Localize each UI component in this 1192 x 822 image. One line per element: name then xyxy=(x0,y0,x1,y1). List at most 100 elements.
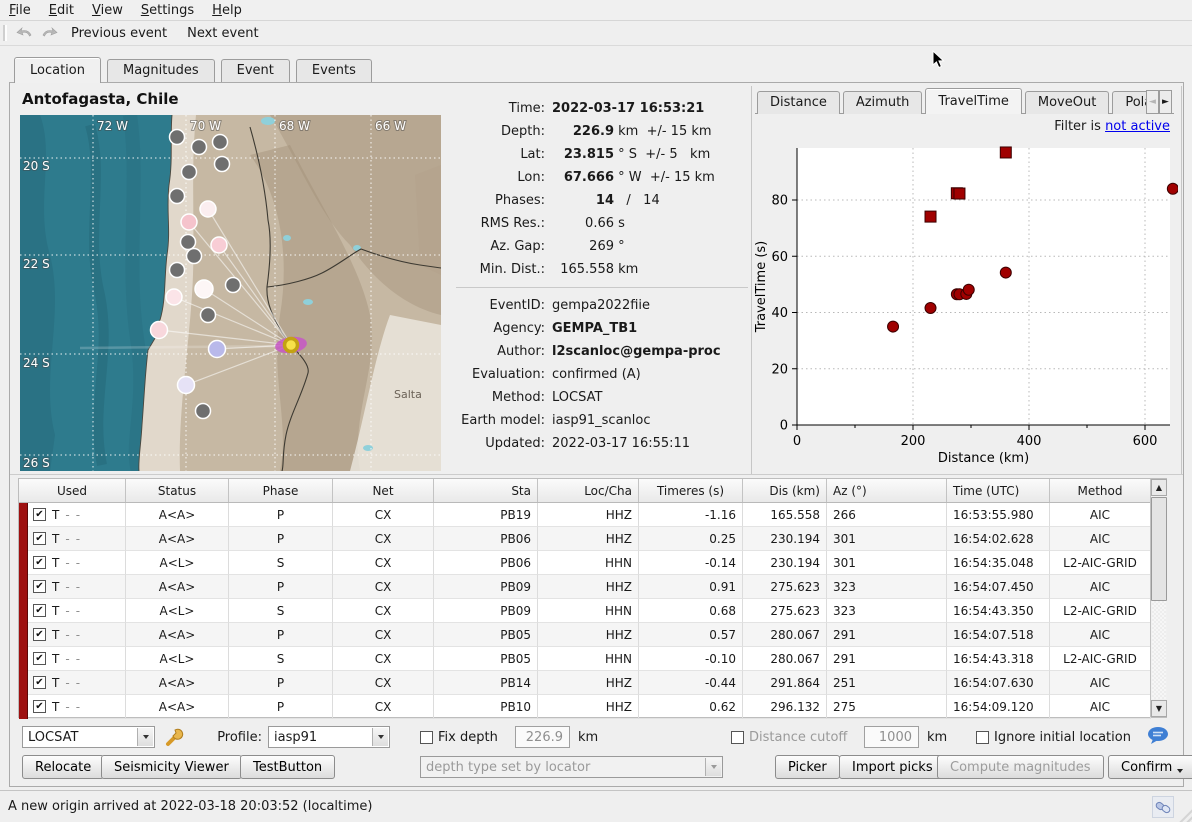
az-cell: 323 xyxy=(827,575,947,599)
table-row[interactable]: ✔T--A<A>PCXPB06HHZ0.25230.19430116:54:02… xyxy=(19,527,1166,551)
tab-location[interactable]: Location xyxy=(14,57,101,83)
sta-cell: PB09 xyxy=(434,575,538,599)
fix-depth-option[interactable]: Fix depth xyxy=(420,726,498,748)
tab-scroll-right-icon[interactable]: ► xyxy=(1159,90,1172,114)
scroll-down-icon[interactable]: ▼ xyxy=(1151,700,1167,717)
used-checkbox[interactable]: ✔ xyxy=(33,532,46,545)
used-checkbox[interactable]: ✔ xyxy=(33,676,46,689)
menu-edit[interactable]: Edit xyxy=(40,1,83,20)
time-cell: 16:54:35.048 xyxy=(947,551,1050,575)
tres-cell: -0.10 xyxy=(639,647,743,671)
tab-distance[interactable]: Distance xyxy=(757,91,840,114)
used-checkbox[interactable]: ✔ xyxy=(33,652,46,665)
connection-status-icon[interactable] xyxy=(1152,796,1174,818)
tab-moveout[interactable]: MoveOut xyxy=(1025,91,1109,114)
table-row[interactable]: ✔T--A<A>PCXPB19HHZ-1.16165.55826616:53:5… xyxy=(19,503,1166,527)
scrollbar-thumb[interactable] xyxy=(1151,497,1167,601)
table-row[interactable]: ✔T--A<L>SCXPB06HHN-0.14230.19430116:54:3… xyxy=(19,551,1166,575)
table-row[interactable]: ✔T--A<A>PCXPB10HHZ0.62296.13227516:54:09… xyxy=(19,695,1166,719)
cutoff-input[interactable]: 1000 xyxy=(864,726,919,748)
time-cell: 16:54:07.450 xyxy=(947,575,1050,599)
locator-select[interactable]: LOCSAT xyxy=(22,726,155,748)
map-lon-label: 72 W xyxy=(97,119,128,133)
column-header-status[interactable]: Status xyxy=(126,479,229,502)
profile-select[interactable]: iasp91 xyxy=(268,726,390,748)
used-checkbox[interactable]: ✔ xyxy=(33,604,46,617)
table-row[interactable]: ✔T--A<A>PCXPB14HHZ-0.44291.86425116:54:0… xyxy=(19,671,1166,695)
used-cell: ✔T-- xyxy=(19,623,126,647)
sta-cell: PB05 xyxy=(434,623,538,647)
ignore-initial-location-option[interactable]: Ignore initial location xyxy=(976,726,1131,748)
table-row[interactable]: ✔T--A<A>PCXPB05HHZ0.57280.06729116:54:07… xyxy=(19,623,1166,647)
scroll-up-icon[interactable]: ▲ xyxy=(1151,479,1167,496)
depth-input[interactable]: 226.9 xyxy=(515,726,570,748)
locator-settings-wrench-icon[interactable] xyxy=(163,726,185,752)
fix-depth-label: Fix depth xyxy=(438,730,498,745)
resize-grip[interactable] xyxy=(1175,805,1192,822)
status-cell: A<A> xyxy=(126,695,229,719)
used-cell: ✔T-- xyxy=(19,647,126,671)
depth-type-select: depth type set by locator xyxy=(420,756,723,778)
column-header-sta[interactable]: Sta xyxy=(434,479,538,502)
cutoff-unit-label: km xyxy=(927,726,947,748)
sta-cell: PB06 xyxy=(434,551,538,575)
column-header-phase[interactable]: Phase xyxy=(229,479,333,502)
test-button[interactable]: TestButton xyxy=(240,755,335,779)
used-checkbox[interactable]: ✔ xyxy=(33,580,46,593)
dist-cell: 291.864 xyxy=(743,671,827,695)
filter-toggle-link[interactable]: not active xyxy=(1105,119,1170,134)
scrollbar-track[interactable] xyxy=(1152,601,1166,699)
previous-arrow-icon[interactable] xyxy=(15,24,35,42)
tab-azimuth[interactable]: Azimuth xyxy=(843,91,923,114)
origin-info-row: Min. Dist.:165.558 km xyxy=(448,258,748,281)
splitter[interactable] xyxy=(10,474,1183,475)
import-picks-button[interactable]: Import picks xyxy=(839,755,946,779)
relocate-button[interactable]: Relocate xyxy=(22,755,104,779)
column-header-dis-km-[interactable]: Dis (km) xyxy=(743,479,827,502)
next-event-button[interactable]: Next event xyxy=(177,24,268,43)
time-cell: 16:53:55.980 xyxy=(947,503,1050,527)
next-arrow-icon[interactable] xyxy=(39,24,59,42)
used-checkbox[interactable]: ✔ xyxy=(33,628,46,641)
tab-events[interactable]: Events xyxy=(296,59,372,83)
tab-event[interactable]: Event xyxy=(221,59,290,83)
confirm-button[interactable]: Confirm xyxy=(1108,755,1192,779)
column-header-az-[interactable]: Az (°) xyxy=(827,479,947,502)
location-map[interactable]: 72 W 70 W 68 W 66 W 20 S 22 S 24 S 26 S … xyxy=(20,115,441,471)
toolbar-handle[interactable] xyxy=(3,25,7,41)
tres-cell: 0.57 xyxy=(639,623,743,647)
table-row[interactable]: ✔T--A<A>PCXPB09HHZ0.91275.62332316:54:07… xyxy=(19,575,1166,599)
traveltime-plot[interactable]: 0200400600020406080Distance (km)TravelTi… xyxy=(752,140,1178,472)
picker-button[interactable]: Picker xyxy=(775,755,840,779)
tab-traveltime[interactable]: TravelTime xyxy=(925,88,1021,114)
distance-cutoff-option[interactable]: Distance cutoff xyxy=(731,726,847,748)
tab-scroll-left-icon[interactable]: ◄ xyxy=(1146,90,1159,114)
svg-text:600: 600 xyxy=(1133,434,1158,449)
comment-bubble-icon[interactable] xyxy=(1146,726,1170,750)
menu-settings[interactable]: Settings xyxy=(132,1,203,20)
used-checkbox[interactable]: ✔ xyxy=(33,556,46,569)
menu-view[interactable]: View xyxy=(83,1,132,20)
fix-depth-checkbox[interactable] xyxy=(420,731,433,744)
table-row[interactable]: ✔T--A<L>SCXPB05HHN-0.10280.06729116:54:4… xyxy=(19,647,1166,671)
used-checkbox[interactable]: ✔ xyxy=(33,508,46,521)
menu-file[interactable]: File xyxy=(0,1,40,20)
tab-magnitudes[interactable]: Magnitudes xyxy=(107,59,215,83)
table-row[interactable]: ✔T--A<L>SCXPB09HHN0.68275.62332316:54:43… xyxy=(19,599,1166,623)
previous-event-button[interactable]: Previous event xyxy=(61,24,177,43)
used-checkbox[interactable]: ✔ xyxy=(33,700,46,713)
column-header-used[interactable]: Used xyxy=(19,479,126,502)
az-cell: 323 xyxy=(827,599,947,623)
distance-cutoff-checkbox[interactable] xyxy=(731,731,744,744)
seismicity-viewer-button[interactable]: Seismicity Viewer xyxy=(101,755,242,779)
column-header-net[interactable]: Net xyxy=(333,479,434,502)
phase-cell: S xyxy=(229,599,333,623)
sta-cell: PB05 xyxy=(434,647,538,671)
table-vertical-scrollbar[interactable]: ▲ ▼ xyxy=(1150,479,1167,717)
column-header-timeres-s-[interactable]: Timeres (s) xyxy=(639,479,743,502)
menu-help[interactable]: Help xyxy=(203,1,251,20)
column-header-time-utc-[interactable]: Time (UTC) xyxy=(947,479,1050,502)
column-header-method[interactable]: Method xyxy=(1050,479,1151,502)
column-header-loc-cha[interactable]: Loc/Cha xyxy=(538,479,639,502)
ignore-initial-location-checkbox[interactable] xyxy=(976,731,989,744)
